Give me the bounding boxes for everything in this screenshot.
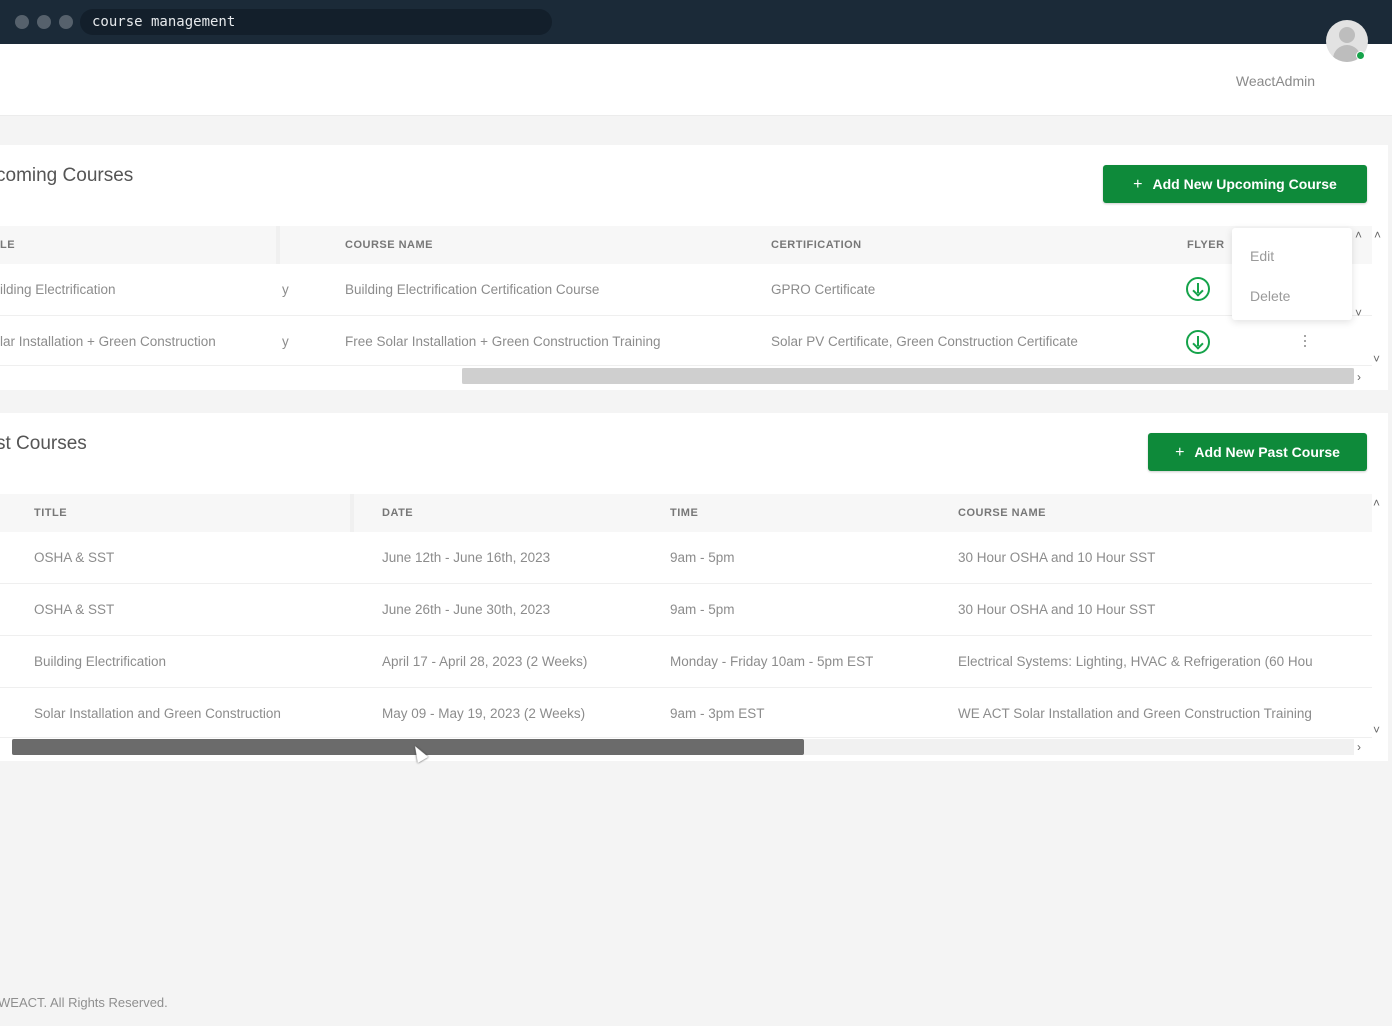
scroll-up-arrow-icon[interactable]: ˄ [1373, 497, 1380, 509]
col-header-time[interactable]: TIME [670, 494, 698, 532]
past-courses-title: st Courses [0, 433, 87, 454]
table-row[interactable]: lar Installation + Green Construction y … [0, 316, 1372, 366]
scroll-down-arrow-icon[interactable]: ˅ [1355, 307, 1362, 319]
row-actions-kebab-icon[interactable] [1303, 335, 1307, 349]
course-name-cell: 30 Hour OSHA and 10 Hour SST [958, 602, 1156, 617]
address-bar[interactable]: course management [80, 9, 552, 35]
time-cell: 9am - 3pm EST [670, 706, 765, 721]
date-cell: June 12th - June 16th, 2023 [382, 550, 551, 565]
date-cell: June 26th - June 30th, 2023 [382, 602, 551, 617]
user-name[interactable]: WeactAdmin [1236, 73, 1315, 89]
add-past-course-label: Add New Past Course [1194, 444, 1340, 460]
app-header: WeactAdmin [0, 44, 1392, 116]
col-header-title[interactable]: LE [0, 226, 15, 264]
partial-cell: y [282, 334, 289, 349]
past-scroll-thumb[interactable] [12, 739, 804, 755]
plus-icon: + [1175, 444, 1185, 461]
past-courses-panel: st Courses + Add New Past Course TITLE DA… [0, 413, 1388, 761]
download-flyer-icon[interactable] [1186, 330, 1210, 354]
plus-icon: + [1133, 176, 1143, 193]
upcoming-table-header: LE COURSE NAME CERTIFICATION FLYER [0, 226, 1372, 264]
scroll-up-arrow-icon[interactable]: ˄ [1355, 229, 1362, 241]
course-name-cell: Electrical Systems: Lighting, HVAC & Ref… [958, 654, 1313, 669]
menu-item-edit[interactable]: Edit [1250, 248, 1274, 264]
upcoming-courses-panel: coming Courses + Add New Upcoming Course … [0, 145, 1388, 390]
download-flyer-icon[interactable] [1186, 277, 1210, 301]
add-upcoming-course-button[interactable]: + Add New Upcoming Course [1103, 165, 1367, 203]
online-status-icon [1356, 51, 1365, 60]
col-header-title[interactable]: TITLE [34, 494, 67, 532]
course-title-cell: lar Installation + Green Construction [0, 334, 216, 349]
avatar-head-icon [1339, 27, 1355, 43]
menu-item-delete[interactable]: Delete [1250, 288, 1290, 304]
date-cell: April 17 - April 28, 2023 (2 Weeks) [382, 654, 588, 669]
col-header-date[interactable]: DATE [382, 494, 413, 532]
certification-cell: GPRO Certificate [771, 282, 876, 297]
add-past-course-button[interactable]: + Add New Past Course [1148, 433, 1367, 471]
course-title-cell: OSHA & SST [34, 602, 115, 617]
upcoming-horizontal-scrollbar[interactable] [462, 368, 1354, 384]
add-upcoming-course-label: Add New Upcoming Course [1152, 176, 1337, 192]
date-cell: May 09 - May 19, 2023 (2 Weeks) [382, 706, 586, 721]
course-name-cell: Free Solar Installation + Green Construc… [345, 334, 661, 349]
scroll-right-arrow-icon[interactable]: › [1357, 741, 1361, 753]
scroll-down-arrow-icon[interactable]: ˅ [1373, 724, 1380, 736]
scroll-down-arrow-icon[interactable]: ˅ [1373, 353, 1380, 365]
window-titlebar: course management [0, 0, 1392, 44]
time-cell: 9am - 5pm [670, 602, 735, 617]
partial-cell: y [282, 282, 289, 297]
footer-copyright: WEACT. All Rights Reserved. [0, 995, 168, 1010]
scroll-up-arrow-icon[interactable]: ˄ [1374, 229, 1381, 241]
course-title-cell: Solar Installation and Green Constructio… [34, 706, 281, 721]
table-row[interactable]: OSHA & SST June 12th - June 16th, 2023 9… [0, 532, 1372, 584]
table-row[interactable]: Building Electrification April 17 - Apri… [0, 636, 1372, 688]
scroll-right-arrow-icon[interactable]: › [1357, 371, 1361, 383]
upcoming-scroll-thumb[interactable] [462, 368, 1354, 384]
table-row[interactable]: ilding Electrification y Building Electr… [0, 264, 1372, 316]
certification-cell: Solar PV Certificate, Green Construction… [771, 334, 1078, 349]
table-row[interactable]: Solar Installation and Green Constructio… [0, 688, 1372, 738]
course-title-cell: OSHA & SST [34, 550, 115, 565]
col-header-flyer[interactable]: FLYER [1187, 226, 1225, 264]
col-header-course-name[interactable]: COURSE NAME [345, 226, 433, 264]
upcoming-courses-title: coming Courses [0, 165, 134, 186]
past-table-header: TITLE DATE TIME COURSE NAME [0, 494, 1372, 532]
time-cell: 9am - 5pm [670, 550, 735, 565]
time-cell: Monday - Friday 10am - 5pm EST [670, 654, 874, 669]
course-name-cell: Building Electrification Certification C… [345, 282, 600, 297]
window-maximize-dot[interactable] [59, 15, 73, 29]
table-row[interactable]: OSHA & SST June 26th - June 30th, 2023 9… [0, 584, 1372, 636]
row-actions-menu: Edit Delete [1232, 228, 1352, 320]
col-header-course-name[interactable]: COURSE NAME [958, 494, 1046, 532]
course-title-cell: Building Electrification [34, 654, 167, 669]
window-minimize-dot[interactable] [37, 15, 51, 29]
past-horizontal-scrollbar[interactable] [12, 739, 1354, 755]
window-close-dot[interactable] [15, 15, 29, 29]
col-header-certification[interactable]: CERTIFICATION [771, 226, 862, 264]
course-title-cell: ilding Electrification [0, 282, 116, 297]
course-name-cell: WE ACT Solar Installation and Green Cons… [958, 706, 1312, 721]
course-name-cell: 30 Hour OSHA and 10 Hour SST [958, 550, 1156, 565]
